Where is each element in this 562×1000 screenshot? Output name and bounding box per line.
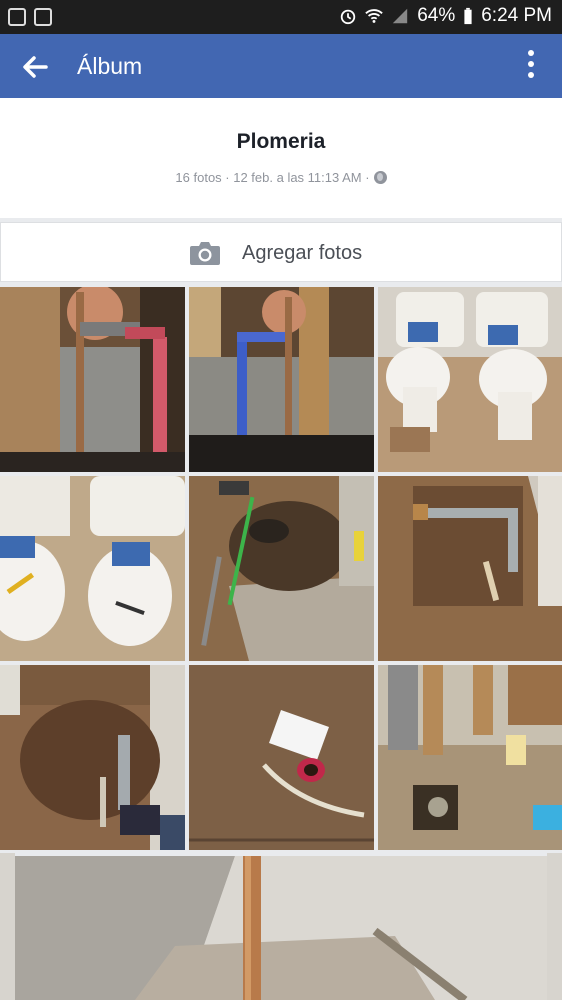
clock: 6:24 PM <box>481 5 552 26</box>
notification-icon <box>8 8 26 26</box>
photo-floor-box[interactable] <box>189 665 374 850</box>
album-meta: 16 fotos · 12 feb. a las 11:13 AM · <box>0 170 562 185</box>
photo-partial-right <box>547 853 562 1000</box>
photo-wall-pipes-blue[interactable] <box>189 287 374 472</box>
photo-floor-drain[interactable] <box>378 665 562 850</box>
photo-partial-left <box>0 853 15 1000</box>
album-title: Plomeria <box>236 130 326 153</box>
alarm-icon <box>341 9 356 25</box>
app-bar-title: Álbum <box>77 53 143 79</box>
battery-percent: 64% <box>417 5 456 26</box>
photo-toilets[interactable] <box>378 287 562 472</box>
app-bar: Álbum <box>0 34 562 98</box>
camera-icon <box>190 242 220 265</box>
photo-wall-pipes-copper[interactable] <box>0 287 185 472</box>
overflow-menu-icon[interactable] <box>526 50 536 82</box>
gallery-icon <box>34 8 52 26</box>
status-bar: 64% 6:24 PM <box>0 0 562 34</box>
album-header: Plomeria 16 fotos · 12 feb. a las 11:13 … <box>0 98 562 218</box>
photo-trench-hose[interactable] <box>189 476 374 661</box>
photo-trench-pipe[interactable] <box>0 665 185 850</box>
photo-trench-pvc[interactable] <box>378 476 562 661</box>
photo-toilets-close[interactable] <box>0 476 185 661</box>
album-meta-text: 16 fotos · 12 feb. a las 11:13 AM · <box>175 170 370 185</box>
back-arrow-icon[interactable] <box>18 50 52 84</box>
add-photos-label: Agregar fotos <box>242 242 363 264</box>
wifi-icon <box>365 9 383 23</box>
signal-icon <box>393 8 408 24</box>
add-photos-button[interactable]: Agregar fotos <box>0 222 562 282</box>
battery-icon <box>464 7 472 25</box>
public-globe-icon <box>373 171 387 184</box>
photo-sidewalk-pipe[interactable] <box>15 856 547 1000</box>
